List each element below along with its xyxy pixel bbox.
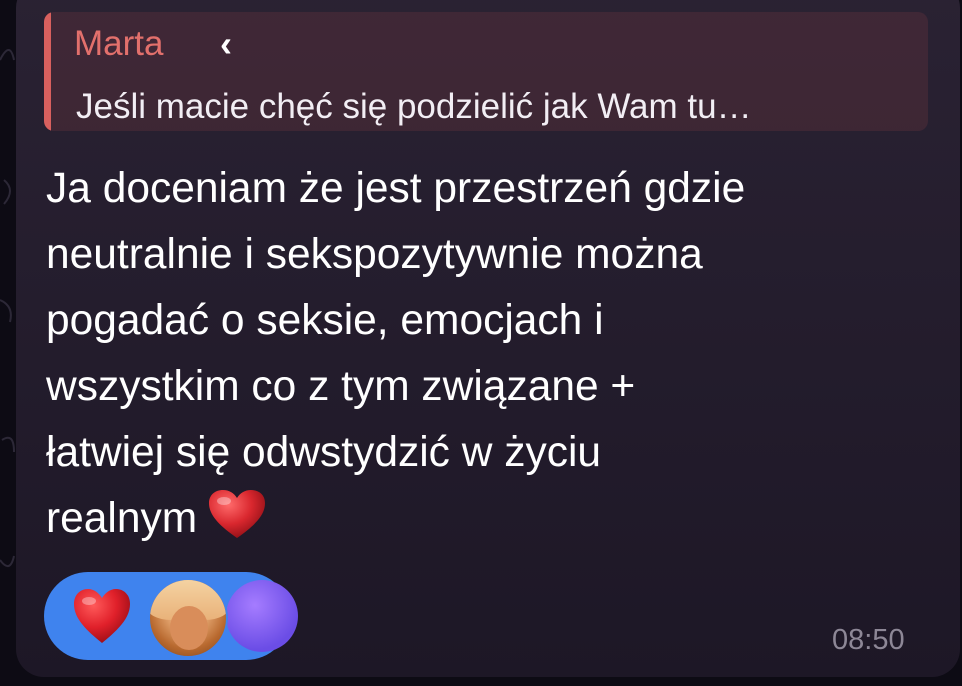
message-text: Ja doceniam że jest przestrzeń gdzie neu…	[46, 156, 916, 552]
message-timestamp: 08:50	[832, 624, 905, 656]
message-line: pogadać o seksie, emocjach i	[46, 297, 604, 344]
reactor-avatar-1	[148, 578, 228, 658]
reactor-avatar-2	[226, 580, 298, 652]
message-line: neutralnie i sekspozytywnie można	[46, 231, 703, 278]
reply-quote[interactable]: Marta Jeśli macie chęć się podzielić jak…	[44, 12, 928, 131]
reactor-avatar-2-initial: ‹	[220, 23, 232, 64]
reply-accent-bar	[44, 12, 51, 131]
heart-emoji-icon	[209, 490, 266, 538]
reply-author: Marta	[74, 24, 164, 63]
avatar-face	[170, 606, 208, 650]
reply-preview-text: Jeśli macie chęć się podzielić jak Wam t…	[76, 87, 752, 126]
reaction-pill[interactable]	[44, 572, 298, 660]
message-line: łatwiej się odwstydzić w życiu	[46, 429, 602, 476]
message-line-text: realnym	[46, 495, 198, 542]
message-line: wszystkim co z tym związane +	[46, 363, 636, 410]
message-line-last: realnym	[46, 486, 916, 552]
heart-emoji-icon	[74, 589, 130, 643]
message-line: Ja doceniam że jest przestrzeń gdzie	[46, 165, 746, 212]
